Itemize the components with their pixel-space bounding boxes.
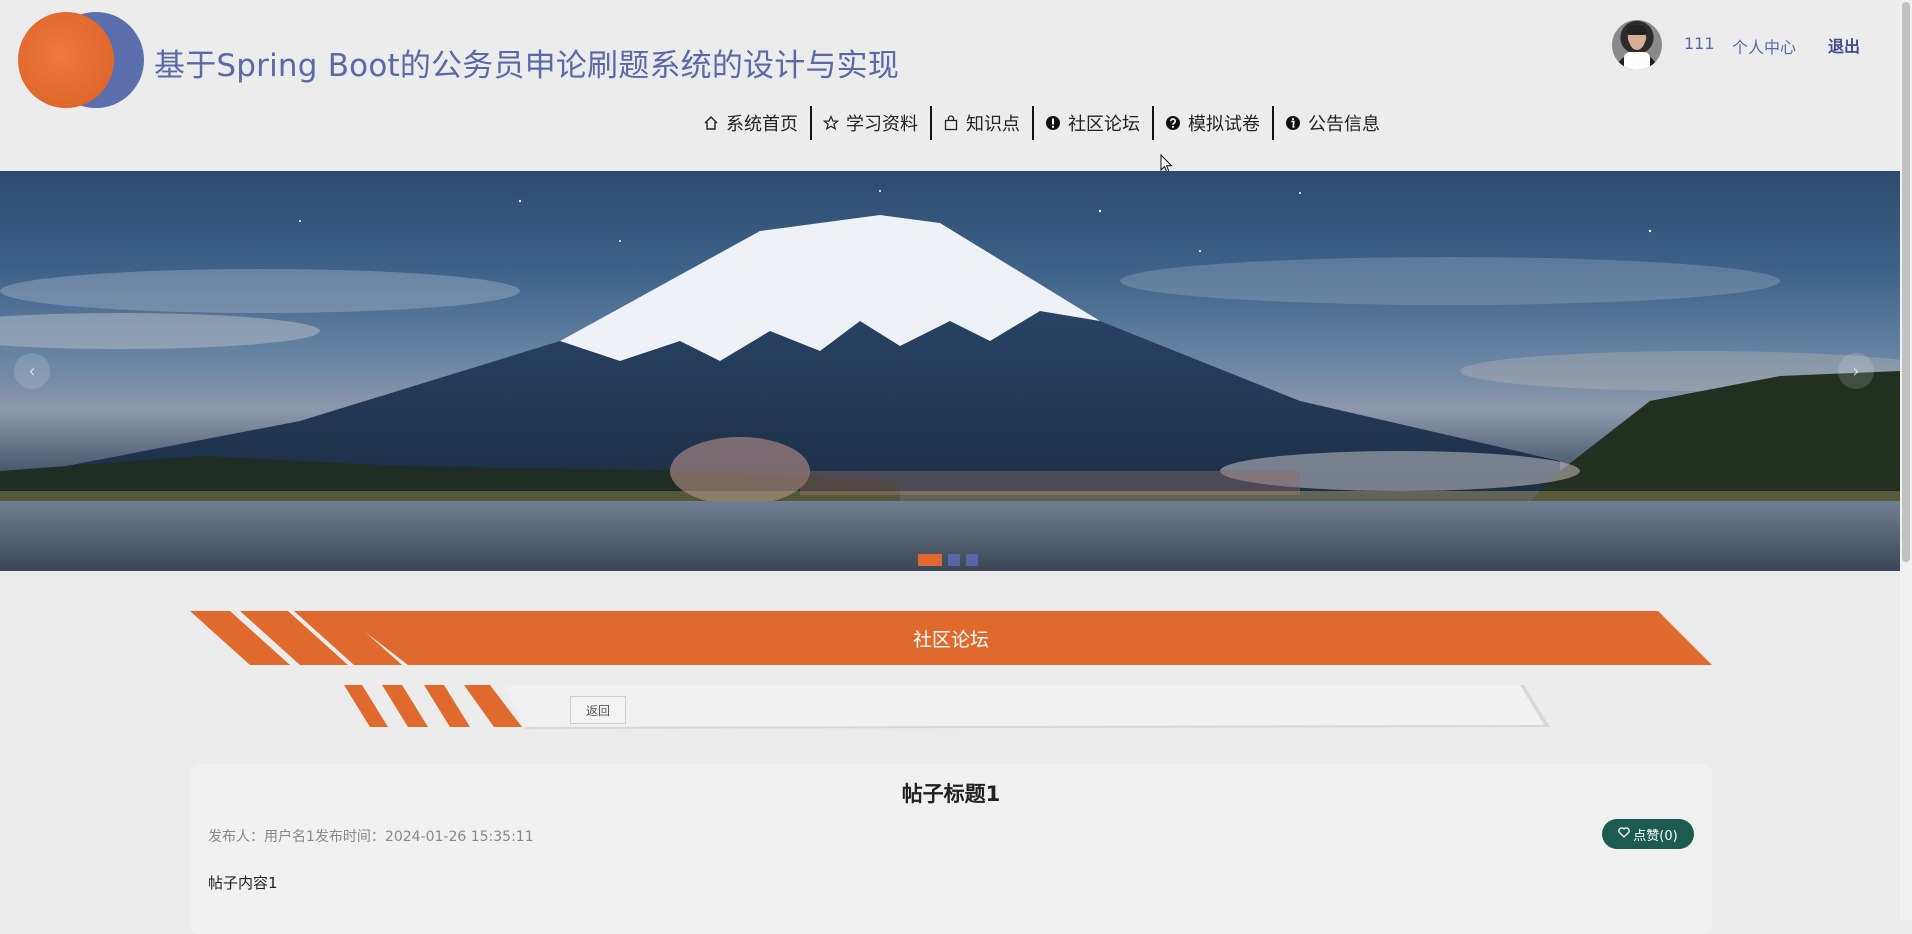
nav-item-home[interactable]: 系统首页 (692, 106, 810, 140)
carousel-indicators (918, 554, 978, 566)
hero-carousel[interactable]: ‹ › (0, 171, 1900, 571)
nav-item-mock-exam[interactable]: 模拟试卷 (1154, 106, 1272, 140)
back-button[interactable]: 返回 (570, 696, 626, 724)
nav-item-label: 社区论坛 (1068, 114, 1140, 135)
post-meta: 发布人：用户名1发布时间：2024-01-26 15:35:11 (208, 829, 534, 845)
nav-item-label: 学习资料 (846, 114, 918, 135)
page-scrollbar[interactable] (1900, 0, 1912, 920)
avatar[interactable] (1612, 20, 1662, 70)
nav-item-label: 公告信息 (1308, 114, 1380, 135)
logout-link[interactable]: 退出 (1828, 33, 1860, 57)
bag-icon (942, 114, 960, 132)
carousel-next-button[interactable]: › (1838, 353, 1874, 389)
carousel-dot[interactable] (966, 554, 978, 566)
post-card: 帖子标题1 发布人：用户名1发布时间：2024-01-26 15:35:11 点… (190, 764, 1712, 934)
personal-center-link[interactable]: 个人中心 (1732, 34, 1796, 58)
info-circle-icon (1284, 114, 1302, 132)
nav-item-knowledge[interactable]: 知识点 (932, 106, 1032, 140)
post-content: 帖子内容1 (208, 874, 278, 892)
mountain-banner-image (0, 190, 1900, 571)
help-circle-icon (1164, 114, 1182, 132)
site-header: 基于Spring Boot的公务员申论刷题系统的设计与实现 111 个人中心 退… (0, 0, 1900, 174)
site-logo (18, 12, 144, 108)
nav-item-forum[interactable]: 社区论坛 (1034, 106, 1152, 140)
nav-item-announcements[interactable]: 公告信息 (1274, 106, 1392, 140)
action-bar: 返回 (344, 685, 1550, 729)
heart-icon (1618, 826, 1630, 842)
action-bar-decoration (344, 685, 1550, 729)
site-title: 基于Spring Boot的公务员申论刷题系统的设计与实现 (154, 48, 900, 84)
alert-circle-icon (1044, 114, 1062, 132)
carousel-prev-button[interactable]: ‹ (14, 353, 50, 389)
nav-item-label: 系统首页 (726, 114, 798, 135)
post-title: 帖子标题1 (901, 782, 1001, 806)
user-name: 111 (1684, 34, 1715, 53)
like-button-label: 点赞(0) (1633, 828, 1678, 844)
star-icon (822, 114, 840, 132)
section-header: 社区论坛 (190, 611, 1712, 665)
carousel-dot[interactable] (918, 554, 942, 566)
main-nav: 系统首页 学习资料 知识点 社区论坛 模拟试卷 公告信息 (692, 106, 1392, 140)
nav-item-label: 模拟试卷 (1188, 114, 1260, 135)
scrollbar-thumb[interactable] (1902, 2, 1910, 562)
like-button[interactable]: 点赞(0) (1602, 819, 1694, 849)
nav-item-label: 知识点 (966, 114, 1020, 135)
nav-item-study-materials[interactable]: 学习资料 (812, 106, 930, 140)
home-icon (702, 114, 720, 132)
section-title: 社区论坛 (912, 628, 989, 651)
carousel-dot[interactable] (948, 554, 960, 566)
